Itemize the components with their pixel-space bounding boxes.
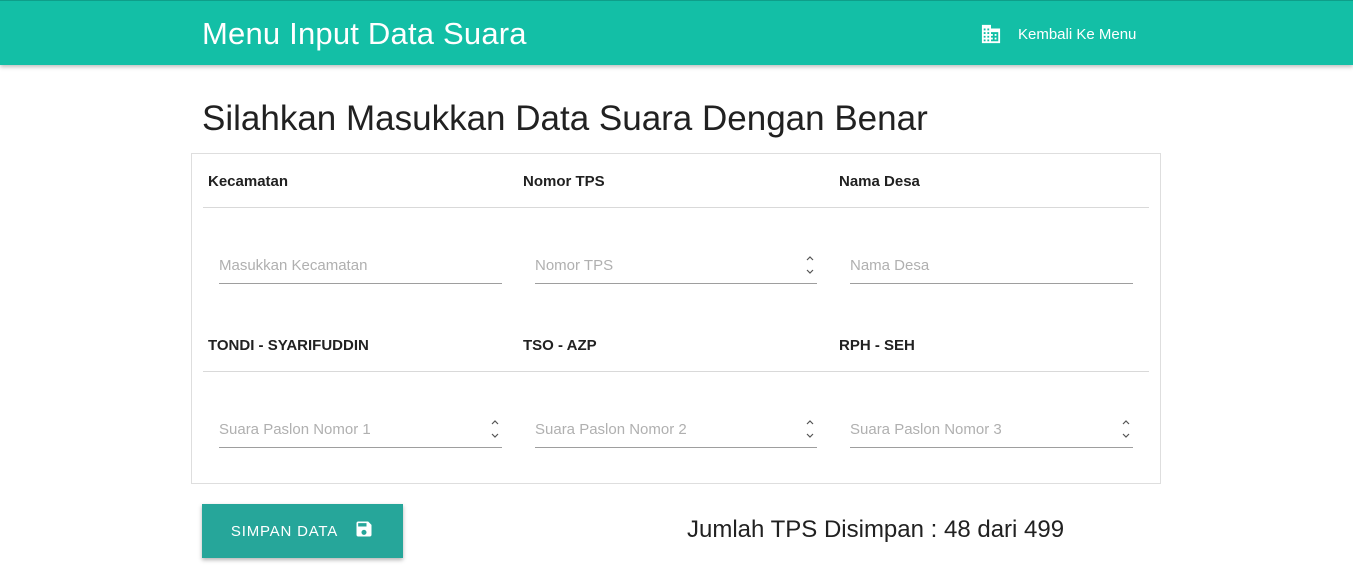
page-heading: Silahkan Masukkan Data Suara Dengan Bena…	[202, 99, 928, 138]
spinner-up-icon[interactable]	[491, 420, 499, 425]
nomor-tps-spinner[interactable]	[805, 256, 815, 274]
spinner-down-icon[interactable]	[806, 269, 814, 274]
row1-divider	[203, 207, 1149, 208]
paslon-2-spinner[interactable]	[805, 420, 815, 438]
paslon-2-field[interactable]	[535, 412, 817, 448]
paslon-1-input[interactable]	[219, 421, 502, 438]
back-to-menu-link[interactable]: Kembali Ke Menu	[980, 21, 1136, 47]
top-navbar: Menu Input Data Suara Kembali Ke Menu	[0, 0, 1353, 65]
paslon-3-field[interactable]	[850, 412, 1133, 448]
spinner-down-icon[interactable]	[1122, 433, 1130, 438]
tps-saved-count: Jumlah TPS Disimpan : 48 dari 499	[687, 516, 1065, 543]
vote-form-card: Kecamatan Nomor TPS Nama Desa TONDI - SY…	[191, 153, 1161, 484]
save-icon	[354, 519, 374, 543]
spinner-up-icon[interactable]	[806, 420, 814, 425]
spinner-down-icon[interactable]	[491, 433, 499, 438]
row2-divider	[203, 371, 1149, 372]
nama-desa-input[interactable]	[850, 257, 1133, 274]
save-button-label: SIMPAN DATA	[230, 522, 339, 540]
paslon-3-input[interactable]	[850, 421, 1133, 438]
label-paslon-2: TSO - AZP	[523, 337, 597, 354]
kecamatan-field[interactable]	[219, 248, 502, 284]
spinner-down-icon[interactable]	[806, 433, 814, 438]
back-to-menu-label: Kembali Ke Menu	[1018, 25, 1137, 43]
paslon-1-spinner[interactable]	[490, 420, 500, 438]
spinner-up-icon[interactable]	[806, 256, 814, 261]
paslon-2-input[interactable]	[535, 421, 817, 438]
spinner-up-icon[interactable]	[1122, 420, 1130, 425]
label-nama-desa: Nama Desa	[839, 173, 920, 190]
paslon-1-field[interactable]	[219, 412, 502, 448]
label-kecamatan: Kecamatan	[208, 173, 289, 190]
paslon-3-spinner[interactable]	[1121, 420, 1131, 438]
app-title: Menu Input Data Suara	[202, 16, 527, 51]
save-data-button[interactable]: SIMPAN DATA	[202, 504, 403, 558]
kecamatan-input[interactable]	[219, 257, 502, 274]
nama-desa-field[interactable]	[850, 248, 1133, 284]
label-paslon-1: TONDI - SYARIFUDDIN	[208, 337, 369, 354]
label-nomor-tps: Nomor TPS	[523, 173, 605, 190]
nomor-tps-field[interactable]	[535, 248, 817, 284]
building-icon	[980, 24, 1002, 44]
label-paslon-3: RPH - SEH	[839, 337, 915, 354]
nomor-tps-input[interactable]	[535, 257, 817, 274]
